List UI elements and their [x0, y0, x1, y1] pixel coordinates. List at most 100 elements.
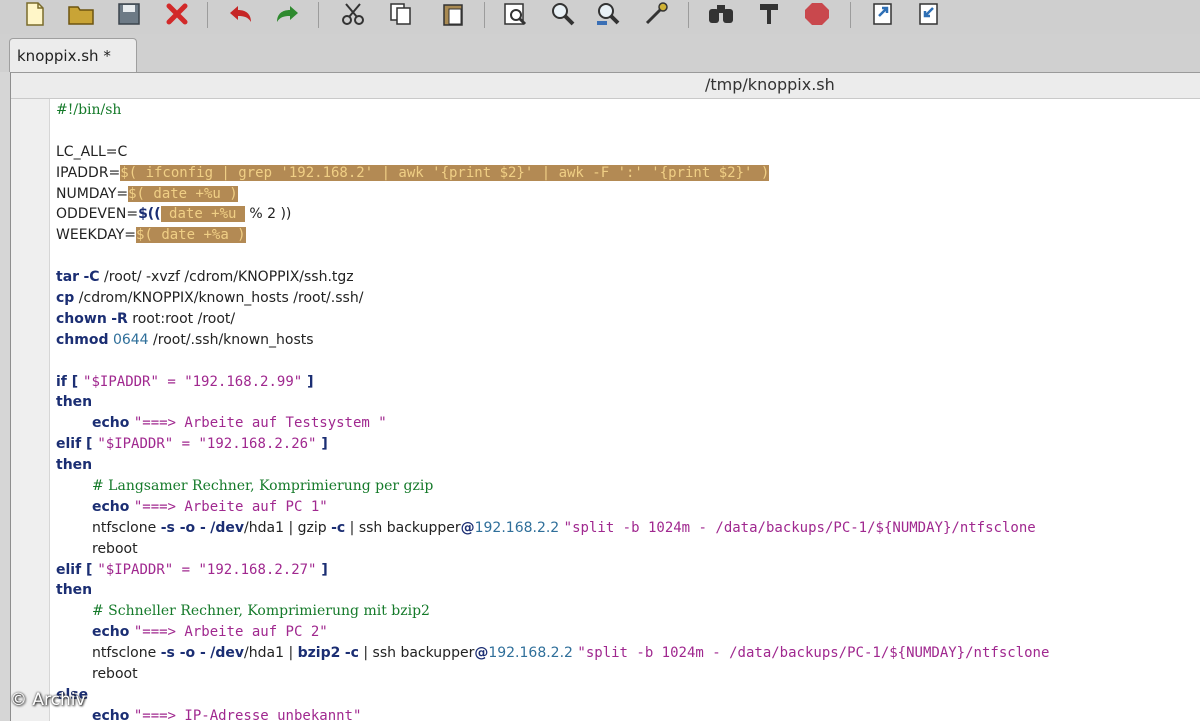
echo-keyword: echo	[92, 707, 130, 721]
then-keyword: then	[56, 582, 93, 599]
echo-keyword: echo	[92, 498, 130, 515]
code-line: tar -C /root/ -xvzf /cdrom/KNOPPIX/ssh.t…	[56, 267, 1200, 288]
ip-address: 192.168.2.2	[488, 645, 573, 662]
code-line: echo "===> Arbeite auf Testsystem "	[56, 413, 1200, 434]
arith-open: $((	[138, 206, 161, 223]
code-line: then	[56, 580, 1200, 601]
string-literal: "split -b 1024m - /data/backups/PC-1/${N…	[577, 645, 1050, 662]
cut-icon[interactable]	[338, 0, 368, 28]
option-flag: -s -o -	[160, 645, 206, 662]
at-sign: @	[474, 645, 489, 662]
stop-icon[interactable]	[802, 0, 832, 28]
tab-knoppix-sh[interactable]: knoppix.sh *	[9, 38, 137, 72]
bracket: [	[66, 373, 84, 390]
code-line: # Schneller Rechner, Komprimierung mit b…	[56, 601, 1200, 622]
code-line: chown -R root:root /root/	[56, 309, 1200, 330]
file-path: /tmp/knoppix.sh	[705, 75, 835, 94]
code-line: elif [ "$IPADDR" = "192.168.2.27" ]	[56, 560, 1200, 581]
comment-shebang: #!/bin/sh	[56, 102, 122, 118]
code-text: /cdrom/KNOPPIX/known_hosts /root/.ssh/	[74, 290, 364, 307]
replace-icon[interactable]	[642, 0, 672, 28]
code-line: then	[56, 455, 1200, 476]
option-flag: -c	[344, 645, 359, 662]
code-text: ODDEVEN=	[56, 206, 139, 223]
code-line: IPADDR=$( ifconfig | grep '192.168.2' | …	[56, 163, 1200, 184]
string-literal: "$IPADDR" = "192.168.2.99"	[83, 373, 303, 390]
code-line: echo "===> IP-Adresse unbekannt"	[56, 706, 1200, 721]
code-line: ODDEVEN=$(( date +%u % 2 ))	[56, 204, 1200, 225]
tools-icon[interactable]	[754, 0, 784, 28]
elif-keyword: elif	[56, 436, 82, 453]
string-literal: "===> IP-Adresse unbekannt"	[133, 707, 362, 721]
bracket: ]	[316, 561, 328, 578]
code-text: | ssh backupper	[358, 645, 475, 662]
option-flag: -R	[111, 310, 128, 327]
code-text: root:root /root/	[127, 310, 236, 327]
export-icon[interactable]	[868, 0, 898, 28]
bracket: ]	[302, 373, 314, 390]
comment: # Schneller Rechner, Komprimierung mit b…	[92, 603, 430, 620]
code-text: IPADDR=	[56, 164, 121, 181]
string-literal: "$IPADDR" = "192.168.2.26"	[97, 436, 317, 453]
code-text: LC_ALL=C	[56, 143, 128, 160]
code-text: /root/.ssh/known_hosts	[148, 331, 314, 348]
undo-icon[interactable]	[226, 0, 256, 28]
code-line: #!/bin/sh	[56, 100, 1200, 121]
copy-icon[interactable]	[386, 0, 416, 28]
path-dev: /dev	[210, 645, 245, 662]
tab-bar: knoppix.sh *	[0, 34, 1200, 72]
option-flag: -C	[83, 269, 100, 286]
code-text: reboot	[92, 540, 138, 557]
import-icon[interactable]	[914, 0, 944, 28]
code-line: chmod 0644 /root/.ssh/known_hosts	[56, 330, 1200, 351]
code-area[interactable]: #!/bin/sh LC_ALL=C IPADDR=$( ifconfig | …	[56, 100, 1200, 721]
elif-keyword: elif	[56, 561, 82, 578]
find-replace-icon[interactable]	[594, 0, 624, 28]
string-literal: "===> Arbeite auf PC 2"	[133, 624, 328, 641]
redo-icon[interactable]	[272, 0, 302, 28]
find-file-icon[interactable]	[500, 0, 530, 28]
then-keyword: then	[56, 394, 93, 411]
code-line: WEEKDAY=$( date +%a )	[56, 225, 1200, 246]
code-text: gzip	[297, 519, 327, 536]
code-line: echo "===> Arbeite auf PC 2"	[56, 622, 1200, 643]
save-icon[interactable]	[114, 0, 144, 28]
new-file-icon[interactable]	[20, 0, 50, 28]
code-line: cp /cdrom/KNOPPIX/known_hosts /root/.ssh…	[56, 288, 1200, 309]
toolbar	[0, 0, 1200, 35]
search-icon[interactable]	[548, 0, 578, 28]
command-keyword: tar	[56, 269, 80, 286]
ip-address: 192.168.2.2	[474, 519, 560, 536]
toolbar-separator	[318, 2, 319, 28]
command-substitution: $( date +%u )	[128, 185, 238, 202]
bracket: [	[81, 436, 98, 453]
code-line: reboot	[56, 539, 1200, 560]
code-text: NUMDAY=	[56, 185, 129, 202]
code-line: NUMDAY=$( date +%u )	[56, 184, 1200, 205]
command-keyword: chmod	[56, 331, 109, 348]
option-flag: -c	[331, 519, 346, 536]
code-text: /root/ -xvzf /cdrom/KNOPPIX/ssh.tgz	[99, 269, 354, 286]
string-literal: "===> Arbeite auf Testsystem "	[133, 415, 387, 432]
toolbar-separator	[207, 2, 208, 28]
code-line: reboot	[56, 664, 1200, 685]
code-line: then	[56, 392, 1200, 413]
close-icon[interactable]	[162, 0, 192, 28]
code-text: | ssh backupper	[345, 519, 461, 536]
command-keyword: cp	[56, 290, 75, 307]
editor-pane[interactable]: /tmp/knoppix.sh #!/bin/sh LC_ALL=C IPADD…	[10, 72, 1200, 721]
command-substitution: $( ifconfig | grep '192.168.2' | awk '{p…	[120, 164, 770, 181]
at-sign: @	[460, 519, 475, 536]
code-line: elif [ "$IPADDR" = "192.168.2.26" ]	[56, 434, 1200, 455]
binoculars-icon[interactable]	[706, 0, 736, 28]
command-keyword: chown	[56, 310, 107, 327]
open-folder-icon[interactable]	[66, 0, 96, 28]
code-text: ntfsclone	[92, 645, 157, 662]
code-text: % 2 ))	[244, 206, 292, 223]
bracket: [	[81, 561, 98, 578]
code-line: ntfsclone -s -o - /dev/hda1 | gzip -c | …	[56, 518, 1200, 539]
code-line: # Langsamer Rechner, Komprimierung per g…	[56, 476, 1200, 497]
paste-icon[interactable]	[438, 0, 468, 28]
copyright-watermark: © Archiv	[10, 690, 86, 710]
